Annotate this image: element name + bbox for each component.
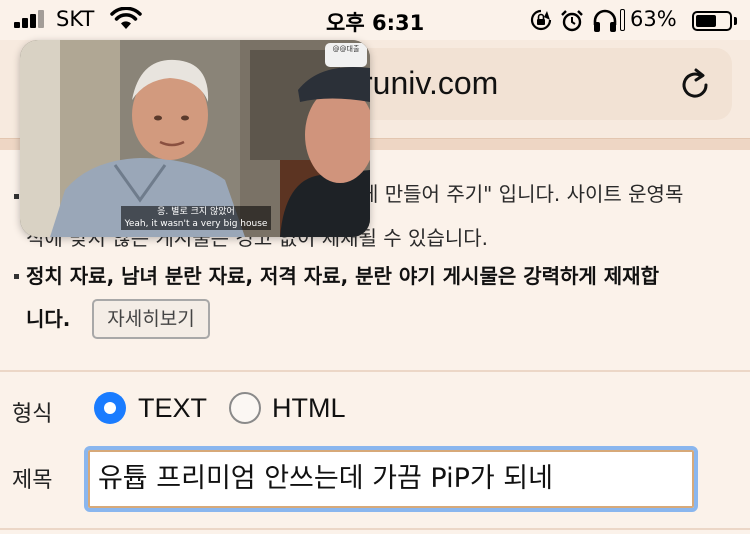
radio-html-label[interactable]: HTML [272,393,346,424]
radio-text-label[interactable]: TEXT [138,393,207,424]
notice-line-4: 니다. [26,307,71,331]
url-text[interactable]: runiv.com [362,65,498,102]
bullet [14,194,19,199]
carrier-name: SKT [56,7,95,31]
bullet [14,274,19,279]
battery-percent: 63% [630,7,677,31]
wifi-icon [110,7,142,29]
rotation-lock-icon [530,9,552,31]
title-input[interactable]: 유튭 프리미엄 안쓰는데 가끔 PiP가 되네 [84,446,698,512]
signal-icon [14,10,48,28]
battery-icon [692,11,732,31]
radio-text[interactable] [94,392,126,424]
alarm-icon [561,10,583,32]
format-label: 형식 [12,402,53,427]
pip-video-player[interactable]: @@대출 응. 별로 크지 않았어 Yeah, it wasn't a very… [20,40,370,237]
section-divider [0,528,750,530]
radio-html[interactable] [229,392,261,424]
notice-line-1: 게 만들어 주기" 입니다. 사이트 운영목 [360,182,684,206]
channel-badge: @@대출 [325,43,367,67]
reload-icon[interactable] [676,66,714,104]
battery-small-icon [620,9,625,31]
headphones-icon [593,9,617,32]
clock: 오후 6:31 [326,11,425,35]
title-label: 제목 [12,468,53,493]
section-divider [0,370,750,372]
battery-fill [696,15,717,27]
battery-tip [734,17,737,25]
status-bar: SKT 오후 6:31 63% [0,0,750,40]
detail-button[interactable]: 자세히보기 [92,299,210,339]
subtitle-english: Yeah, it wasn't a very big house [121,218,271,230]
notice-line-3: 정치 자료, 남녀 분란 자료, 저격 자료, 분란 야기 게시물은 강력하게 … [26,264,659,288]
subtitle-korean: 응. 별로 크지 않았어 [121,206,271,218]
